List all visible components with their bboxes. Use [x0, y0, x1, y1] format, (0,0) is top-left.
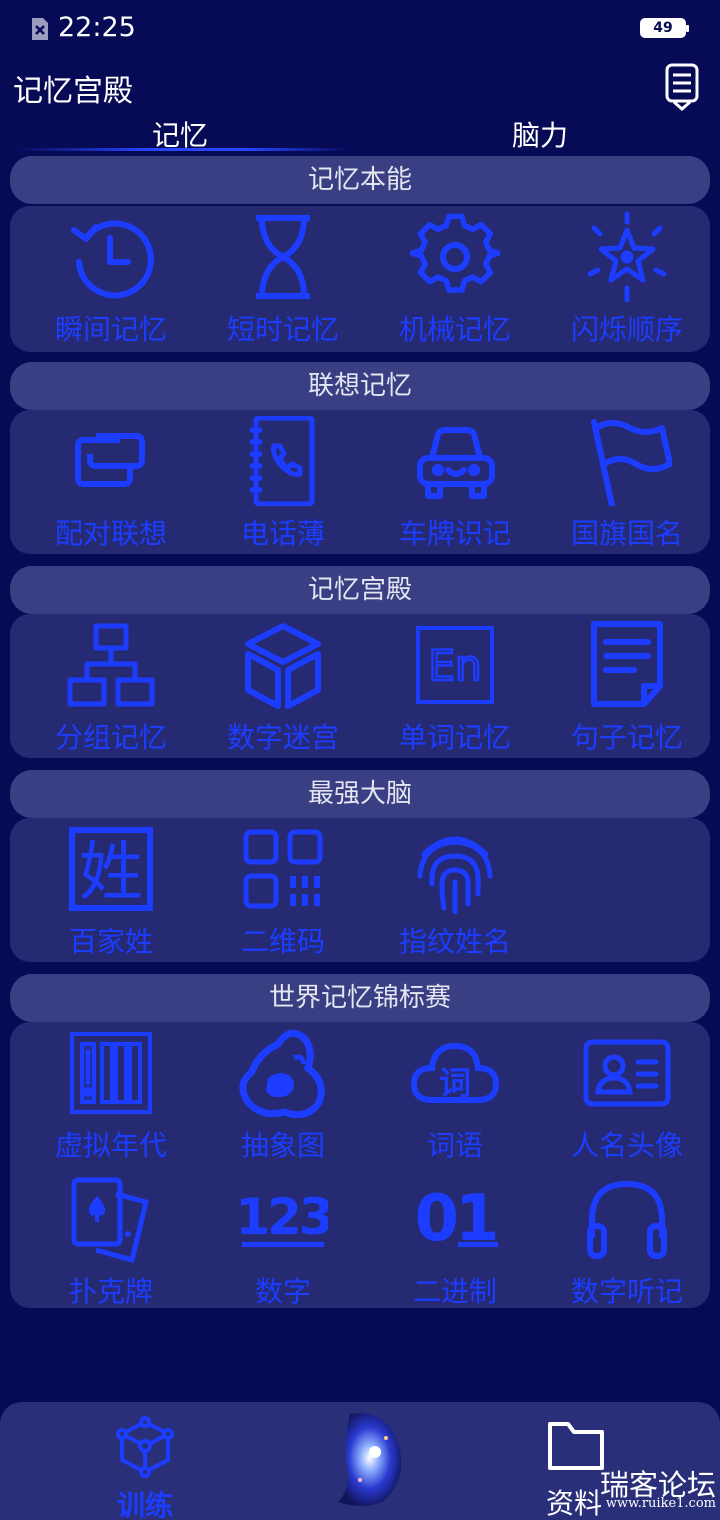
item-label: 单词记忆 — [398, 721, 511, 754]
svg-text:123: 123 — [238, 1188, 328, 1246]
english-word-icon: En — [416, 626, 494, 704]
item-license-plate[interactable]: 车牌识记 — [364, 410, 536, 550]
item-label: 扑克牌 — [68, 1275, 153, 1308]
numbers-icon: 123 — [238, 1188, 328, 1247]
section-world-memory-championship: 虚拟年代 抽象图 词 词语 人名头像 扑克牌 123 数字 01 二进制 数字听… — [10, 1022, 710, 1308]
section-association-memory: 配对联想 电话薄 车牌识记 国旗国名 — [10, 410, 710, 554]
item-label: 抽象图 — [240, 1129, 325, 1162]
qr-code-icon — [243, 829, 323, 909]
svg-text:En: En — [428, 641, 481, 690]
item-abstract-images[interactable]: 抽象图 — [192, 1022, 364, 1162]
item-number-maze[interactable]: 数字迷宫 — [192, 614, 364, 754]
item-label: 词语 — [426, 1129, 483, 1162]
car-icon — [417, 427, 495, 499]
headphones-icon — [587, 1180, 667, 1259]
item-mechanical-memory[interactable]: 机械记忆 — [364, 206, 536, 346]
item-surnames[interactable]: 姓 百家姓 — [20, 818, 192, 958]
hierarchy-icon — [67, 623, 155, 707]
item-spoken-numbers[interactable]: 数字听记 — [536, 1168, 708, 1308]
timeline-icon — [70, 1032, 152, 1114]
item-short-term-memory[interactable]: 短时记忆 — [192, 206, 364, 346]
item-qr-code[interactable]: 二维码 — [192, 818, 364, 958]
item-instant-memory[interactable]: 瞬间记忆 — [20, 206, 192, 346]
item-virtual-era[interactable]: 虚拟年代 — [20, 1022, 192, 1162]
item-label: 指纹姓名 — [398, 925, 511, 958]
phonebook-icon — [250, 416, 315, 506]
item-flag-country[interactable]: 国旗国名 — [536, 410, 708, 550]
sparkle-star-icon — [587, 212, 667, 302]
section-header: 世界记忆锦标赛 — [10, 974, 710, 1022]
section-header: 联想记忆 — [10, 362, 710, 410]
item-words[interactable]: 词 词语 — [364, 1022, 536, 1162]
item-phonebook[interactable]: 电话薄 — [192, 410, 364, 550]
fingerprint-icon — [417, 836, 493, 914]
surname-icon: 姓 — [69, 827, 153, 911]
document-icon — [591, 621, 663, 707]
watermark: 瑞客论坛 www.ruike1.com — [596, 1462, 720, 1518]
item-label: 配对联想 — [54, 517, 167, 550]
network-cube-icon — [116, 1416, 174, 1478]
item-poker-cards[interactable]: 扑克牌 — [20, 1168, 192, 1308]
item-pair-association[interactable]: 配对联想 — [20, 410, 192, 550]
item-label: 虚拟年代 — [54, 1129, 167, 1162]
svg-text:姓: 姓 — [79, 836, 143, 910]
cube-icon — [245, 623, 321, 709]
clock-history-icon — [71, 220, 154, 299]
gear-icon — [410, 213, 500, 293]
poker-cards-icon — [71, 1177, 149, 1263]
item-label: 车牌识记 — [398, 517, 511, 550]
abstract-shape-icon — [239, 1029, 325, 1118]
section-header: 最强大脑 — [10, 770, 710, 818]
item-label: 电话薄 — [240, 517, 325, 550]
active-tab-indicator — [14, 148, 350, 151]
item-label: 瞬间记忆 — [54, 313, 167, 346]
hourglass-icon — [256, 215, 310, 299]
pair-link-icon — [75, 433, 145, 487]
status-bar: 22:25 49 — [0, 0, 720, 58]
tab-bar: 记忆 脑力 — [0, 112, 720, 154]
item-names-faces[interactable]: 人名头像 — [536, 1022, 708, 1162]
item-label: 闪烁顺序 — [570, 313, 683, 346]
item-label: 二维码 — [240, 925, 325, 958]
item-label: 数字迷宫 — [226, 721, 339, 754]
battery-indicator: 49 — [640, 18, 689, 38]
item-label: 分组记忆 — [54, 721, 167, 754]
item-label: 人名头像 — [570, 1129, 683, 1162]
item-label: 二进制 — [412, 1275, 497, 1308]
item-label: 短时记忆 — [226, 313, 339, 346]
svg-text:词: 词 — [439, 1064, 471, 1102]
nav-train-label: 训练 — [116, 1489, 173, 1520]
section-strongest-brain: 姓 百家姓 二维码 指纹姓名 — [10, 818, 710, 962]
item-sentence-memory[interactable]: 句子记忆 — [536, 614, 708, 754]
item-label: 国旗国名 — [570, 517, 683, 550]
no-sim-icon — [32, 18, 48, 40]
item-label: 句子记忆 — [570, 721, 683, 754]
item-numbers[interactable]: 123 数字 — [192, 1168, 364, 1308]
section-memory-instinct: 瞬间记忆 短时记忆 机械记忆 闪烁顺序 — [10, 206, 710, 352]
status-time: 22:25 — [58, 12, 136, 43]
item-label: 数字 — [254, 1275, 311, 1308]
document-menu-icon[interactable] — [662, 62, 702, 112]
nav-train[interactable]: 训练 — [90, 1410, 200, 1520]
section-memory-palace: 分组记忆 数字迷宫 En 单词记忆 句子记忆 — [10, 614, 710, 758]
binary-icon: 01 — [414, 1182, 500, 1256]
item-label: 机械记忆 — [398, 313, 511, 346]
id-card-icon — [583, 1039, 671, 1107]
item-group-memory[interactable]: 分组记忆 — [20, 614, 192, 754]
section-header: 记忆宫殿 — [10, 566, 710, 614]
brain-galaxy-icon — [338, 1413, 402, 1506]
item-flash-order[interactable]: 闪烁顺序 — [536, 206, 708, 346]
item-label: 数字听记 — [570, 1275, 683, 1308]
item-fingerprint-name[interactable]: 指纹姓名 — [364, 818, 536, 958]
item-label: 百家姓 — [68, 925, 153, 958]
nav-brain[interactable] — [320, 1410, 410, 1510]
flag-icon — [591, 419, 672, 506]
tab-brainpower[interactable]: 脑力 — [360, 114, 720, 154]
item-word-memory[interactable]: En 单词记忆 — [364, 614, 536, 754]
page-title: 记忆宫殿 — [13, 74, 133, 109]
word-cloud-icon: 词 — [410, 1042, 500, 1103]
section-header: 记忆本能 — [10, 156, 710, 204]
watermark-url: www.ruike1.com — [605, 1496, 716, 1511]
item-binary[interactable]: 01 二进制 — [364, 1168, 536, 1308]
